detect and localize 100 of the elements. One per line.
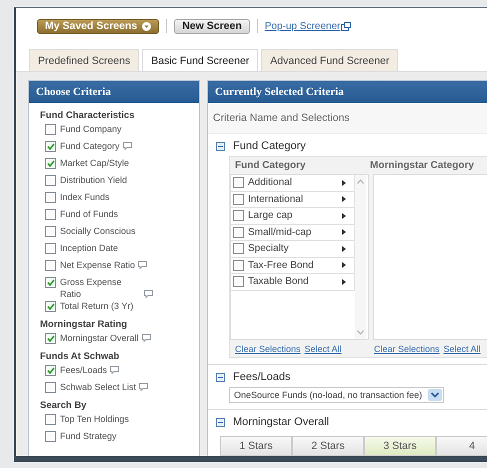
list-item[interactable]: Small/mid-cap [248, 226, 342, 238]
checkbox[interactable] [45, 260, 56, 271]
group-heading: Morningstar Rating [40, 318, 128, 332]
collapse-icon [216, 418, 225, 426]
link[interactable]: Clear Selections [374, 344, 440, 354]
checkmark-icon [46, 367, 54, 374]
checkbox[interactable] [45, 192, 56, 203]
checkbox[interactable] [233, 194, 244, 205]
rating-button[interactable]: 1 Stars [220, 436, 292, 456]
collapse-icon [216, 142, 225, 150]
scrollbar[interactable] [355, 175, 366, 339]
rating-button[interactable]: 3 Stars [364, 436, 436, 456]
list-item[interactable]: Specialty [248, 243, 342, 254]
list-item[interactable]: Large cap [248, 210, 342, 222]
link[interactable]: Clear Selections [235, 344, 301, 354]
expand-arrow-icon [342, 246, 346, 252]
criteria-label[interactable]: Total Return (3 Yr) [60, 300, 134, 312]
checkbox[interactable] [45, 414, 56, 425]
comment-icon [144, 290, 153, 298]
criteria-label[interactable]: Fees/Loads [60, 364, 108, 376]
new-screen-button[interactable]: New Screen [174, 18, 250, 34]
rating-button[interactable]: 4 [436, 436, 487, 456]
scroll-down-icon [357, 330, 364, 335]
column-heading: Criteria Name and Selections [213, 112, 350, 124]
checkbox[interactable] [45, 209, 56, 220]
criteria-label[interactable]: Socially Conscious [60, 225, 136, 237]
checkmark-icon [46, 279, 54, 286]
expand-arrow-icon [342, 196, 346, 202]
group-heading: Fund Characteristics [40, 109, 136, 123]
expand-arrow-icon [342, 180, 346, 186]
checkbox[interactable] [45, 277, 56, 288]
criteria-label[interactable]: Fund Category [60, 140, 120, 152]
list-item[interactable]: Taxable Bond [248, 276, 342, 288]
criteria-label[interactable]: Distribution Yield [60, 174, 128, 186]
checkbox[interactable] [233, 226, 244, 238]
comment-icon [110, 366, 120, 374]
tab[interactable]: Basic Fund Screener [142, 49, 258, 71]
section-title: Fund Category [233, 140, 306, 152]
rating-button[interactable]: 2 Stars [292, 436, 364, 456]
checkbox[interactable] [45, 365, 56, 376]
checkbox[interactable] [45, 226, 56, 237]
comment-icon [142, 334, 151, 342]
list-item[interactable]: Tax-Free Bond [248, 260, 342, 271]
checkbox[interactable] [45, 243, 56, 254]
scroll-up-icon [357, 179, 364, 184]
checkbox[interactable] [233, 260, 244, 271]
popup-screener-link[interactable]: Pop-up Screener [264, 20, 340, 32]
criteria-label[interactable]: Inception Date [60, 242, 118, 254]
criteria-label[interactable]: Fund of Funds [60, 208, 118, 220]
criteria-label[interactable]: Top Ten Holdings [60, 413, 129, 425]
panel-header: Currently Selected Criteria [208, 81, 487, 103]
panel-header: Choose Criteria [29, 81, 199, 103]
column-heading: Fund Category [234, 160, 307, 171]
checkmark-icon [46, 143, 54, 150]
link[interactable]: Select All [304, 344, 342, 354]
section-title: Morningstar Overall [233, 416, 329, 428]
section-title: Fees/Loads [233, 371, 290, 383]
comment-icon [138, 261, 148, 269]
expand-arrow-icon [342, 278, 346, 285]
popup-window-icon [341, 22, 352, 30]
group-heading: Search By [40, 399, 88, 413]
criteria-label[interactable]: Schwab Select List [60, 381, 136, 393]
criteria-label[interactable]: Fund Strategy [60, 430, 117, 442]
checkbox[interactable] [45, 431, 56, 442]
checkbox[interactable] [45, 158, 56, 169]
checkbox[interactable] [45, 124, 56, 135]
checkbox[interactable] [233, 243, 244, 254]
checkbox[interactable] [45, 333, 56, 344]
criteria-label[interactable]: Market Cap/Style [60, 157, 130, 169]
column-heading: Morningstar Category [370, 160, 474, 171]
expand-arrow-icon [342, 212, 346, 219]
checkmark-icon [46, 303, 54, 310]
checkbox[interactable] [45, 175, 56, 186]
dropdown[interactable]: OneSource Funds (no-load, no transaction fee) [229, 387, 444, 403]
criteria-label[interactable]: Gross Expense Ratio [60, 276, 141, 300]
checkmark-icon [46, 335, 54, 342]
comment-icon [139, 383, 148, 391]
dropdown-icon [142, 22, 152, 30]
collapse-icon [216, 372, 225, 382]
expand-arrow-icon [342, 262, 346, 268]
checkbox[interactable] [45, 382, 56, 393]
checkbox[interactable] [233, 177, 244, 188]
tab[interactable]: Predefined Screens [29, 49, 140, 71]
expand-arrow-icon [342, 229, 346, 236]
criteria-label[interactable]: Morningstar Overall [60, 332, 139, 344]
list-item[interactable]: International [248, 194, 342, 205]
criteria-label[interactable]: Net Expense Ratio [60, 259, 136, 271]
list-item[interactable]: Additional [248, 177, 342, 188]
comment-icon [122, 142, 132, 150]
criteria-label[interactable]: Index Funds [60, 191, 110, 203]
tab[interactable]: Advanced Fund Screener [261, 49, 398, 71]
chevron-down-icon [428, 389, 442, 401]
checkbox[interactable] [45, 301, 56, 312]
checkbox[interactable] [233, 210, 244, 222]
checkbox[interactable] [45, 141, 56, 152]
checkbox[interactable] [233, 276, 244, 288]
criteria-label[interactable]: Fund Company [60, 123, 122, 135]
checkmark-icon [46, 160, 54, 167]
link[interactable]: Select All [444, 344, 481, 354]
group-heading: Funds At Schwab [40, 350, 120, 364]
